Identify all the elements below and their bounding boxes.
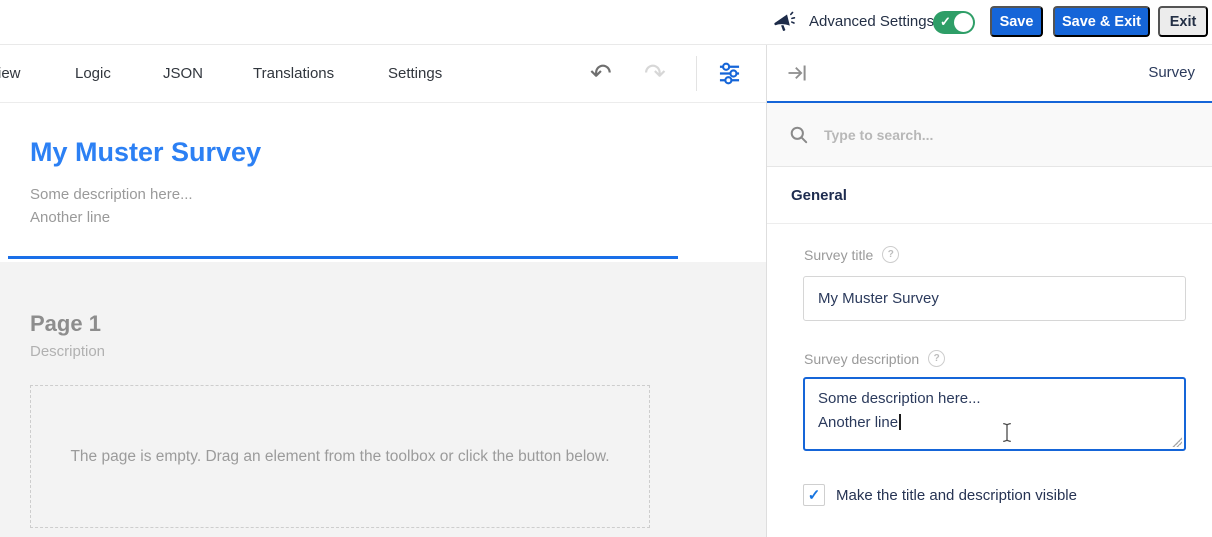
designer-survey-description-line1[interactable]: Some description here... — [30, 186, 193, 203]
exit-button[interactable]: Exit — [1158, 6, 1208, 37]
toggle-check-icon: ✓ — [940, 14, 951, 30]
survey-header-area[interactable]: My Muster Survey Some description here..… — [0, 103, 766, 262]
empty-page-dropzone[interactable]: The page is empty. Drag an element from … — [30, 385, 650, 528]
save-button[interactable]: Save — [990, 6, 1043, 37]
resize-grip[interactable] — [1172, 437, 1182, 447]
visibility-checkbox-label: Make the title and description visible — [836, 487, 1077, 504]
survey-creator-app: Advanced Settings ✓ Save Save & Exit Exi… — [0, 0, 1212, 537]
search-icon — [789, 125, 809, 145]
designer-survey-description-line2[interactable]: Another line — [30, 209, 110, 226]
textarea-line1: Some description here... — [818, 387, 1171, 411]
collapse-panel-icon[interactable] — [787, 63, 808, 88]
redo-icon[interactable]: ↷ — [644, 45, 666, 102]
save-and-exit-button[interactable]: Save & Exit — [1053, 6, 1150, 37]
property-grid-panel: Survey General Survey title ? Survey des… — [766, 45, 1212, 537]
survey-description-textarea[interactable]: Some description here... Another line — [803, 377, 1186, 451]
empty-page-message: The page is empty. Drag an element from … — [57, 445, 623, 468]
megaphone-icon[interactable] — [771, 9, 797, 41]
property-search-row — [767, 103, 1212, 167]
survey-description-label-row: Survey description ? — [804, 350, 945, 367]
settings-sliders-icon[interactable] — [716, 60, 743, 92]
toolbar-divider — [696, 56, 697, 91]
designer-canvas: Page 1 Description The page is empty. Dr… — [0, 262, 766, 537]
textarea-line2: Another line — [818, 411, 1171, 435]
title-visibility-row[interactable]: ✓ Make the title and description visible — [803, 484, 1077, 506]
section-general[interactable]: General — [767, 167, 1212, 224]
property-grid-header: Survey — [767, 45, 1212, 103]
undo-icon[interactable]: ↶ — [590, 45, 612, 102]
checkbox-checked[interactable]: ✓ — [803, 484, 825, 506]
survey-header-underline — [8, 256, 678, 259]
designer-survey-title[interactable]: My Muster Survey — [30, 137, 261, 168]
toggle-knob — [954, 13, 973, 32]
property-grid-body: Survey title ? Survey description ? Some… — [767, 224, 1212, 535]
tab-json[interactable]: JSON — [163, 45, 203, 102]
page-title[interactable]: Page 1 — [30, 311, 101, 337]
checkmark-icon: ✓ — [808, 486, 821, 504]
advanced-settings-label: Advanced Settings — [809, 0, 934, 44]
page-description[interactable]: Description — [30, 343, 105, 360]
tab-logic[interactable]: Logic — [75, 45, 111, 102]
text-caret — [899, 414, 901, 430]
advanced-settings-toggle[interactable]: ✓ — [933, 11, 975, 34]
help-icon[interactable]: ? — [882, 246, 899, 263]
survey-title-input[interactable] — [803, 276, 1186, 321]
survey-description-label: Survey description — [804, 351, 919, 367]
help-icon[interactable]: ? — [928, 350, 945, 367]
property-grid-title: Survey — [1148, 45, 1195, 101]
property-search-input[interactable] — [822, 126, 1156, 144]
creator-tab-bar: iew Logic JSON Translations Settings ↶ ↷ — [0, 45, 766, 103]
survey-title-label: Survey title — [804, 247, 873, 263]
tab-translations[interactable]: Translations — [253, 45, 334, 102]
top-toolbar: Advanced Settings ✓ Save Save & Exit Exi… — [0, 0, 1212, 45]
survey-title-label-row: Survey title ? — [804, 246, 899, 263]
tab-settings[interactable]: Settings — [388, 45, 442, 102]
tab-preview-truncated[interactable]: iew — [0, 45, 21, 102]
